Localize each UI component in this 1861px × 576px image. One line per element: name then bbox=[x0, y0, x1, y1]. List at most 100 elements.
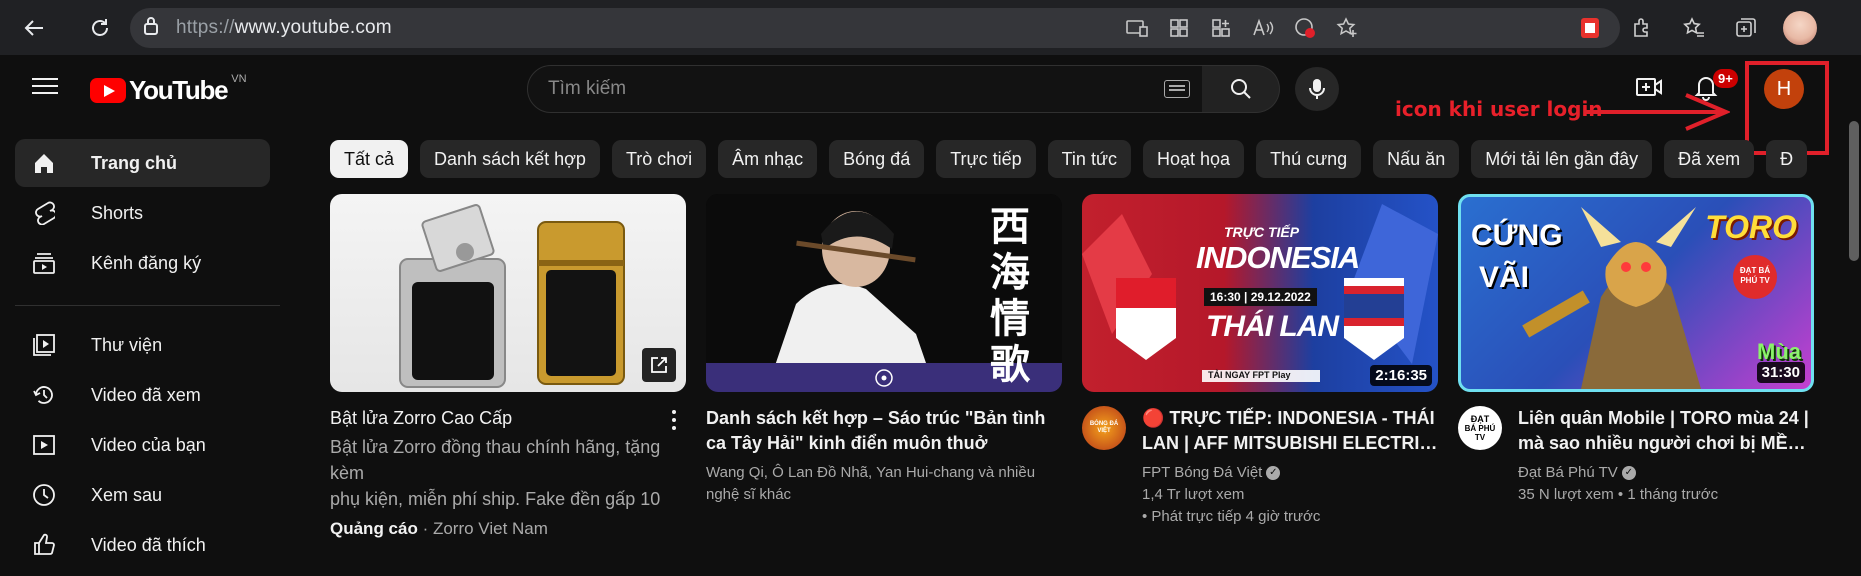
video-title[interactable]: Bật lửa Zorro Cao Cấp bbox=[330, 406, 686, 431]
search-button[interactable] bbox=[1202, 65, 1280, 113]
more-options-icon[interactable] bbox=[672, 410, 676, 434]
channel-avatar[interactable]: BÓNG ĐÁ VIỆT bbox=[1082, 406, 1126, 450]
video-thumbnail[interactable] bbox=[330, 194, 686, 392]
address-bar[interactable]: https://www.youtube.com bbox=[130, 8, 1620, 48]
voice-search-button[interactable] bbox=[1295, 67, 1339, 111]
video-title[interactable]: Liên quân Mobile | TORO mùa 24 | bbox=[1518, 406, 1814, 431]
microphone-icon bbox=[1309, 79, 1325, 99]
sidebar-item-label: Trang chủ bbox=[91, 152, 178, 173]
sidebar-item-label: Xem sau bbox=[91, 484, 163, 505]
clock-icon bbox=[32, 483, 56, 507]
chip-all[interactable]: Tất cả bbox=[330, 140, 409, 178]
sidebar-item-liked-videos[interactable]: Video đã thích bbox=[15, 521, 270, 569]
channel-avatar-text: BÁ PHÚ bbox=[1464, 424, 1496, 433]
search-placeholder: Tìm kiếm bbox=[548, 78, 627, 99]
youtube-logo[interactable]: YouTube VN bbox=[90, 72, 247, 106]
channel-avatar-text: BÓNG ĐÁ VIỆT bbox=[1089, 421, 1119, 434]
thumbs-up-icon bbox=[32, 533, 56, 557]
channel-avatar-text: TV bbox=[1474, 433, 1486, 442]
chip-overflow[interactable]: Đ bbox=[1766, 140, 1808, 178]
video-title[interactable]: Danh sách kết hợp – Sáo trúc "Bản tình bbox=[706, 406, 1062, 431]
browser-profile-avatar[interactable] bbox=[1783, 11, 1817, 45]
chip-pets[interactable]: Thú cưng bbox=[1256, 140, 1362, 178]
add-favorite-icon[interactable] bbox=[1334, 15, 1360, 41]
reload-button[interactable] bbox=[80, 8, 120, 48]
video-card[interactable]: 西海情歌 Danh sách kết hợp – Sáo trúc "Bản t… bbox=[706, 194, 1062, 506]
thumbnail-text: TORO bbox=[1705, 209, 1797, 245]
menu-icon[interactable] bbox=[32, 73, 58, 99]
chip-music[interactable]: Âm nhạc bbox=[718, 140, 818, 178]
video-thumbnail[interactable]: TRỰC TIẾP INDONESIA 16:30 | 29.12.2022 T… bbox=[1082, 194, 1438, 392]
sidebar-item-label: Kênh đăng ký bbox=[91, 252, 202, 273]
address-bar-actions bbox=[1124, 8, 1360, 48]
channel-name[interactable]: Zorro Viet Nam bbox=[433, 519, 548, 538]
thumbnail-team2: THÁI LAN bbox=[1206, 310, 1339, 343]
chip-live[interactable]: Trực tiếp bbox=[936, 140, 1036, 178]
library-icon bbox=[32, 333, 56, 357]
view-count: 35 N lượt xem bbox=[1518, 486, 1614, 503]
chip-animation[interactable]: Hoạt họa bbox=[1143, 140, 1245, 178]
app-available-icon[interactable] bbox=[1124, 15, 1150, 41]
channel-name[interactable]: Đạt Bá Phú TV bbox=[1518, 464, 1618, 481]
chip-recently-uploaded[interactable]: Mới tải lên gần đây bbox=[1471, 140, 1653, 178]
annotation-text: icon khi user login bbox=[1395, 97, 1603, 121]
thumbnail-badge: ĐẠT BÁ PHÚ TV bbox=[1733, 255, 1777, 299]
search-input[interactable]: Tìm kiếm bbox=[527, 65, 1203, 113]
extensions-puzzle-icon[interactable] bbox=[1627, 13, 1657, 43]
video-card[interactable]: TRỰC TIẾP INDONESIA 16:30 | 29.12.2022 T… bbox=[1082, 194, 1438, 528]
chip-cooking[interactable]: Nấu ăn bbox=[1373, 140, 1460, 178]
video-duration: 31:30 bbox=[1756, 362, 1805, 383]
sidebar-item-library[interactable]: Thư viện bbox=[15, 321, 270, 369]
thumbnail-live-text: TRỰC TIẾP bbox=[1224, 224, 1300, 240]
chip-news[interactable]: Tin tức bbox=[1047, 140, 1131, 178]
subscriptions-icon bbox=[32, 251, 56, 275]
video-title[interactable]: 🔴 TRỰC TIẾP: INDONESIA - THÁI bbox=[1142, 406, 1438, 431]
sidebar-item-label: Video đã xem bbox=[91, 384, 201, 405]
back-button[interactable] bbox=[14, 8, 54, 48]
chip-games[interactable]: Trò chơi bbox=[611, 140, 707, 178]
read-aloud-icon[interactable] bbox=[1250, 15, 1276, 41]
chip-mix[interactable]: Danh sách kết hợp bbox=[420, 140, 600, 178]
chip-football[interactable]: Bóng đá bbox=[829, 140, 925, 178]
video-title[interactable]: LAN | AFF MITSUBISHI ELECTRI… bbox=[1142, 431, 1438, 456]
sidebar-item-shorts[interactable]: Shorts bbox=[15, 189, 270, 237]
channel-name[interactable]: FPT Bóng Đá Việt bbox=[1142, 464, 1262, 481]
page-scrollbar[interactable] bbox=[1849, 121, 1859, 261]
sidebar-item-subscriptions[interactable]: Kênh đăng ký bbox=[15, 239, 270, 287]
chip-watched[interactable]: Đã xem bbox=[1664, 140, 1755, 178]
tracking-prevention-icon[interactable] bbox=[1292, 15, 1318, 41]
verified-icon: ✓ bbox=[1266, 466, 1281, 481]
separator: · bbox=[417, 519, 433, 538]
sidebar-item-your-videos[interactable]: Video của bạn bbox=[15, 421, 270, 469]
sidebar-item-label: Thư viện bbox=[91, 334, 163, 355]
notification-badge: 9+ bbox=[1713, 69, 1738, 88]
video-title[interactable]: mà sao nhiều người chơi bị MỀ… bbox=[1518, 431, 1814, 456]
sidebar-item-watch-later[interactable]: Xem sau bbox=[15, 471, 270, 519]
video-card[interactable]: Bật lửa Zorro Cao Cấp Bật lửa Zorro đồng… bbox=[330, 194, 686, 540]
artists-text: Wang Qi, Ô Lan Đồ Nhã, Yan Hui-chang và … bbox=[706, 464, 1036, 481]
arrow-left-icon bbox=[24, 19, 43, 36]
favorites-icon[interactable] bbox=[1679, 13, 1709, 43]
install-app-icon[interactable] bbox=[1208, 15, 1234, 41]
ad-description: phụ kiện, miễn phí ship. Fake đền gấp 10 bbox=[330, 489, 661, 509]
thumbnail-text: CỨNG bbox=[1471, 219, 1563, 252]
verified-icon: ✓ bbox=[1621, 466, 1636, 481]
sidebar-item-home[interactable]: Trang chủ bbox=[15, 139, 270, 187]
keyboard-icon[interactable] bbox=[1164, 80, 1190, 98]
extension-red-icon[interactable] bbox=[1575, 13, 1605, 43]
lock-icon[interactable] bbox=[144, 16, 158, 40]
sidebar-item-history[interactable]: Video đã xem bbox=[15, 371, 270, 419]
video-thumbnail[interactable]: 西海情歌 bbox=[706, 194, 1062, 392]
grid-apps-icon[interactable] bbox=[1166, 15, 1192, 41]
video-duration: 2:16:35 bbox=[1370, 365, 1432, 386]
video-title[interactable]: ca Tây Hải" kinh điển muôn thuở bbox=[706, 431, 1062, 456]
external-link-icon[interactable] bbox=[642, 348, 676, 382]
country-code: VN bbox=[231, 72, 247, 85]
search-icon bbox=[1230, 79, 1251, 99]
channel-avatar[interactable]: ĐẠT BÁ PHÚ TV bbox=[1458, 406, 1502, 450]
video-thumbnail[interactable]: CỨNG VÃI TORO ĐẠT BÁ PHÚ TV Mùa 31:30 bbox=[1458, 194, 1814, 392]
collections-icon[interactable] bbox=[1731, 13, 1761, 43]
sidebar: Trang chủ Shorts Kênh đăng ký Thư viện V… bbox=[0, 121, 290, 576]
upload-time: • Phát trực tiếp 4 giờ trước bbox=[1142, 508, 1321, 525]
video-card[interactable]: CỨNG VÃI TORO ĐẠT BÁ PHÚ TV Mùa 31:30 ĐẠ… bbox=[1458, 194, 1814, 506]
